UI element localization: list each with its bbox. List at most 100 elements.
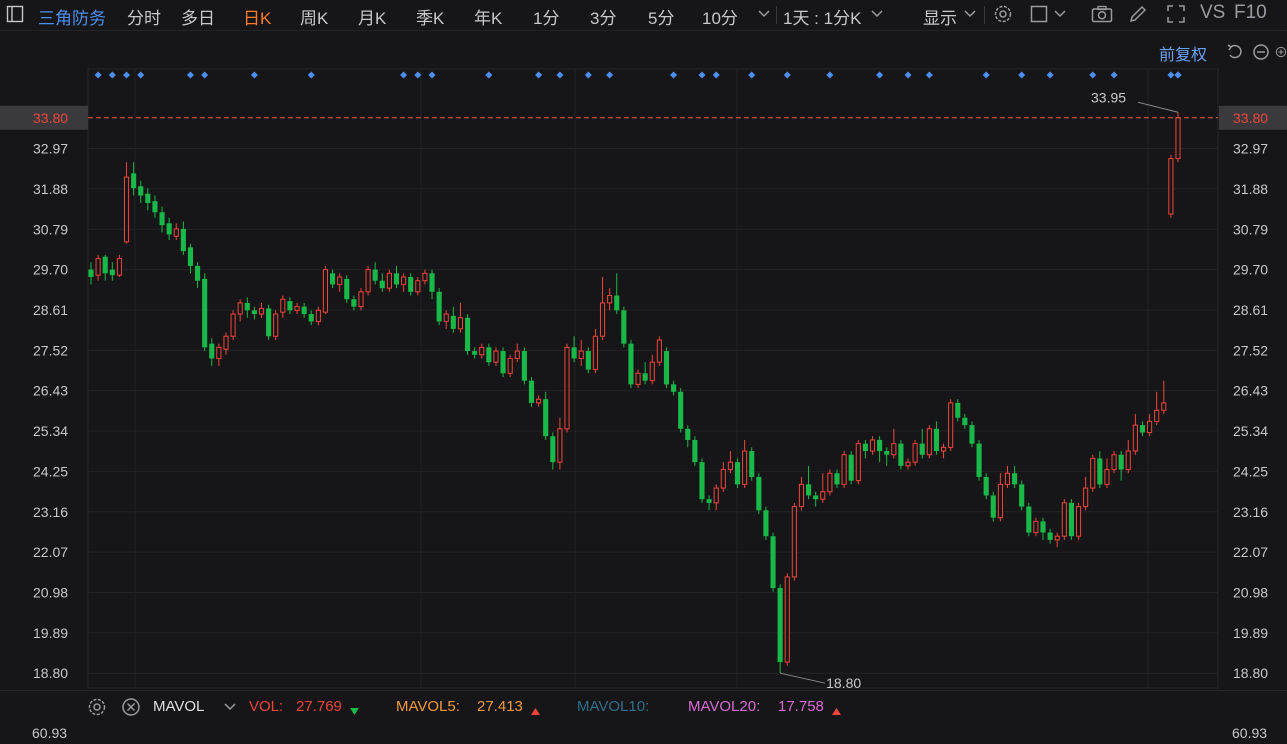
candle — [152, 195, 158, 218]
candle — [607, 288, 613, 311]
ma5-value: 27.413 — [477, 698, 523, 715]
price-tick-left: 26.43 — [33, 383, 68, 399]
candle — [983, 473, 989, 500]
candle — [1111, 451, 1117, 474]
candle — [656, 336, 662, 366]
candle — [1047, 528, 1053, 544]
candle — [791, 502, 797, 581]
price-tick-left: 22.07 — [33, 544, 68, 560]
candle — [926, 425, 932, 459]
candle — [88, 262, 94, 285]
candle — [365, 265, 371, 296]
candle — [464, 314, 471, 355]
chevron-down-icon[interactable] — [219, 696, 241, 718]
gear-icon[interactable] — [86, 696, 108, 718]
event-marker — [1174, 71, 1182, 79]
candle — [1097, 451, 1103, 489]
event-marker — [428, 71, 436, 79]
current-price-right: 33.80 — [1233, 110, 1268, 126]
candle — [628, 339, 634, 389]
candle — [940, 443, 947, 459]
candle — [685, 425, 691, 448]
up-arrow-icon — [531, 702, 540, 719]
candle — [237, 299, 243, 322]
candle — [315, 306, 321, 326]
candle — [557, 417, 563, 470]
candle — [1061, 499, 1067, 540]
price-tick-left: 25.34 — [33, 423, 68, 439]
candle — [202, 273, 208, 352]
event-marker — [123, 71, 131, 79]
candle — [706, 495, 712, 511]
price-tick-left: 23.16 — [33, 504, 68, 520]
candle — [159, 206, 165, 233]
price-tick-right: 19.89 — [1233, 625, 1268, 641]
up-arrow-icon — [832, 702, 841, 719]
candle — [635, 369, 641, 389]
event-markers[interactable] — [94, 71, 1182, 79]
candle — [1104, 458, 1110, 489]
candle — [1132, 414, 1138, 455]
event-marker — [783, 71, 791, 79]
candle — [287, 297, 293, 315]
candle — [770, 532, 776, 592]
candle — [116, 254, 122, 278]
price-tick-left: 32.97 — [33, 141, 68, 157]
candle — [95, 254, 101, 281]
candle — [933, 421, 940, 455]
low-label: 18.80 — [826, 675, 861, 690]
event-marker — [250, 71, 258, 79]
candlestick-chart[interactable]: 32.97 32.97 31.88 31.88 30.79 30.79 29.70 29.70… — [0, 0, 1287, 690]
event-marker — [748, 71, 756, 79]
candle — [457, 302, 463, 333]
candle — [266, 304, 272, 340]
candle — [408, 273, 414, 296]
event-marker — [307, 71, 315, 79]
candle — [855, 439, 861, 485]
candle — [848, 451, 854, 485]
candle — [1090, 454, 1096, 492]
candle — [592, 328, 598, 374]
candle — [180, 221, 186, 255]
price-tick-right: 25.34 — [1233, 423, 1268, 439]
candle — [869, 436, 876, 455]
candle — [521, 347, 527, 385]
candle — [834, 469, 840, 489]
candle — [614, 273, 620, 315]
candle — [1139, 421, 1146, 437]
close-icon[interactable] — [120, 696, 142, 718]
candle — [756, 473, 762, 514]
candle — [905, 458, 911, 470]
candle — [209, 338, 215, 366]
price-tick-left: 30.79 — [33, 221, 68, 237]
candle — [1019, 480, 1025, 511]
candle — [955, 399, 961, 422]
candle — [500, 347, 506, 377]
candle — [1012, 465, 1018, 489]
indicator-name[interactable]: MAVOL — [153, 698, 204, 715]
candle — [322, 265, 329, 315]
candle — [564, 343, 570, 433]
event-marker — [108, 71, 116, 79]
event-marker — [137, 71, 145, 79]
candle — [976, 439, 982, 481]
candle — [571, 336, 577, 363]
candle — [514, 343, 520, 363]
candle — [813, 491, 819, 507]
candle — [777, 584, 783, 674]
candle — [166, 217, 172, 240]
candle — [1118, 451, 1124, 481]
candle — [1068, 499, 1074, 540]
event-marker — [982, 71, 990, 79]
candle — [123, 162, 130, 244]
candle — [479, 343, 485, 359]
candle — [386, 269, 392, 292]
candle — [337, 273, 343, 292]
candle — [379, 273, 385, 292]
price-tick-left: 31.88 — [33, 181, 68, 197]
candle — [528, 376, 535, 407]
candle — [102, 254, 108, 281]
candle — [990, 491, 996, 522]
candle — [450, 306, 456, 333]
indicator-bar: MAVOL VOL: 27.769 MAVOL5: 27.413 MAVOL10… — [0, 690, 1287, 723]
